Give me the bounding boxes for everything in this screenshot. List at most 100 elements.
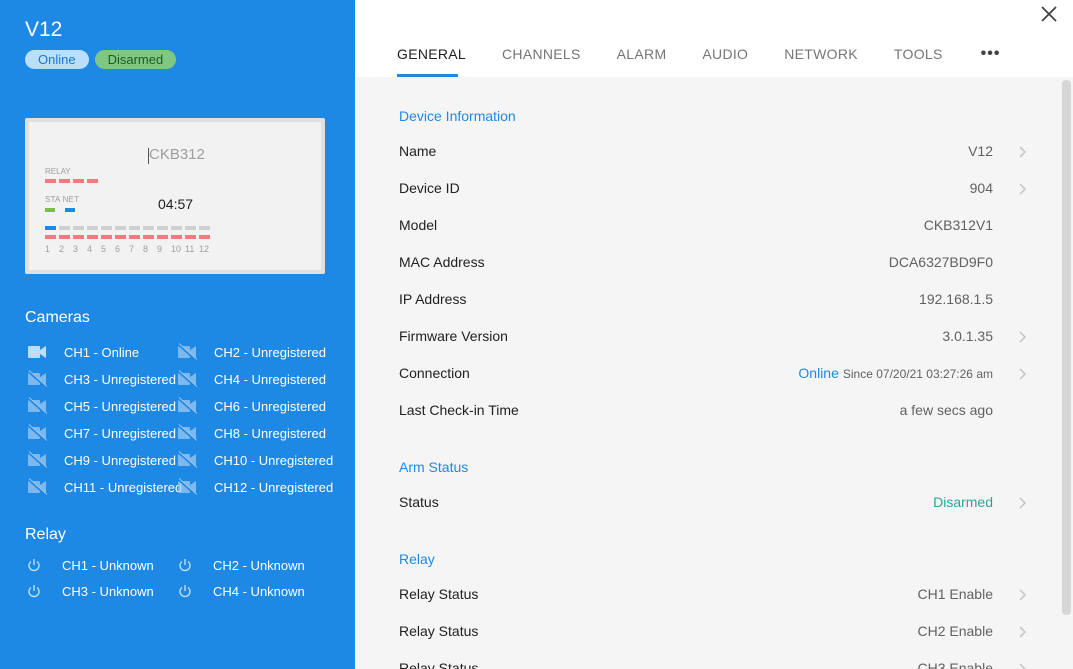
chevron-right-icon	[1019, 331, 1027, 343]
device-sidebar: V12 Online Disarmed CKB312 RELAY STA NET…	[0, 0, 355, 669]
status-badges: Online Disarmed	[25, 50, 177, 69]
video-camera-icon	[27, 345, 55, 359]
arm-status-row[interactable]: Status Disarmed	[399, 494, 1029, 514]
connection-key: Connection	[399, 365, 470, 381]
relay-item-label: CH1 - Unknown	[62, 557, 154, 573]
relay-status-key: Relay Status	[399, 586, 479, 602]
tab-channels[interactable]: CHANNELS	[480, 36, 595, 77]
relay-title: Relay	[25, 526, 66, 543]
channel-led-video	[45, 226, 56, 230]
video-camera-off-icon	[177, 451, 205, 469]
camera-item-ch12[interactable]: CH12 - Unregistered	[177, 478, 333, 496]
model-key: Model	[399, 217, 438, 233]
channel-led-status	[157, 235, 168, 239]
camera-item-ch10[interactable]: CH10 - Unregistered	[177, 451, 333, 469]
relay-status-row[interactable]: Relay Status CH2 Enable	[399, 623, 1029, 643]
relay-status-key: Relay Status	[399, 660, 479, 669]
ip-row: IP Address 192.168.1.5	[399, 291, 1029, 311]
sta-led	[45, 208, 55, 212]
tab-audio[interactable]: AUDIO	[680, 36, 762, 77]
relay-status-row[interactable]: Relay Status CH1 Enable	[399, 586, 1029, 606]
close-icon	[1041, 6, 1057, 22]
channel-led-video	[143, 226, 154, 230]
relay-item-ch1[interactable]: CH1 - Unknown	[27, 556, 154, 574]
connection-since: Since 07/20/21 03:27:26 am	[842, 367, 993, 381]
device-panel-time: 04:57	[158, 196, 194, 212]
power-icon	[27, 584, 51, 598]
camera-item-ch6[interactable]: CH6 - Unregistered	[177, 397, 326, 415]
tab-alarm[interactable]: ALARM	[595, 36, 681, 77]
camera-item-ch3[interactable]: CH3 - Unregistered	[27, 370, 176, 388]
channel-led-video	[115, 226, 126, 230]
relay-status-row[interactable]: Relay Status CH3 Enable	[399, 660, 1029, 669]
video-camera-off-icon	[27, 370, 55, 388]
firmware-row[interactable]: Firmware Version 3.0.1.35	[399, 328, 1029, 348]
name-value: V12	[968, 143, 993, 159]
channel-number: 8	[143, 244, 149, 254]
camera-item-label: CH7 - Unregistered	[64, 425, 176, 441]
relay-item-ch4[interactable]: CH4 - Unknown	[178, 582, 305, 600]
tab-general[interactable]: GENERAL	[383, 36, 480, 77]
connection-row[interactable]: Connection Online Since 07/20/21 03:27:26…	[399, 365, 1029, 385]
channel-leds-bottom	[45, 235, 210, 239]
close-button[interactable]	[1039, 4, 1059, 24]
chevron-right-icon	[1019, 589, 1027, 601]
camera-item-ch9[interactable]: CH9 - Unregistered	[27, 451, 176, 469]
video-camera-off-icon	[177, 424, 205, 442]
net-label: NET	[62, 195, 80, 204]
camera-item-ch4[interactable]: CH4 - Unregistered	[177, 370, 326, 388]
checkin-value: a few secs ago	[899, 402, 993, 418]
chevron-right-icon	[1019, 497, 1027, 509]
relay-led	[73, 179, 84, 183]
tab-more[interactable]: •••	[957, 36, 1015, 77]
device-id-key: Device ID	[399, 180, 460, 196]
device-id-value: 904	[969, 180, 993, 196]
channel-led-video	[157, 226, 168, 230]
ip-value: 192.168.1.5	[919, 291, 993, 307]
video-camera-off-icon	[177, 343, 205, 361]
sta-label: STA	[45, 195, 61, 204]
camera-item-label: CH4 - Unregistered	[214, 371, 326, 387]
details-panel: GENERAL CHANNELS ALARM AUDIO NETWORK TOO…	[355, 0, 1073, 669]
checkin-row: Last Check-in Time a few secs ago	[399, 402, 1029, 422]
channel-led-status	[115, 235, 126, 239]
device-panel-sta-net-label: STA NET	[45, 195, 79, 204]
scroll-track[interactable]	[1061, 77, 1073, 669]
device-panel-relay-label: RELAY	[45, 167, 71, 176]
channel-led-status	[129, 235, 140, 239]
scrollbar-thumb[interactable]	[1062, 80, 1071, 615]
channel-led-video	[101, 226, 112, 230]
camera-item-label: CH3 - Unregistered	[64, 371, 176, 387]
channel-led-video	[185, 226, 196, 230]
relay-item-ch3[interactable]: CH3 - Unknown	[27, 582, 154, 600]
channel-led-status	[45, 235, 56, 239]
name-row[interactable]: Name V12	[399, 143, 1029, 163]
chevron-right-icon	[1019, 626, 1027, 638]
camera-item-ch2[interactable]: CH2 - Unregistered	[177, 343, 326, 361]
mac-key: MAC Address	[399, 254, 485, 270]
camera-item-ch8[interactable]: CH8 - Unregistered	[177, 424, 326, 442]
camera-item-ch5[interactable]: CH5 - Unregistered	[27, 397, 176, 415]
camera-item-label: CH11 - Unregistered	[64, 479, 183, 495]
chevron-right-icon	[1019, 146, 1027, 158]
video-camera-off-icon	[27, 451, 55, 469]
tab-tools[interactable]: TOOLS	[872, 36, 957, 77]
tab-network[interactable]: NETWORK	[762, 36, 872, 77]
device-id-row[interactable]: Device ID 904	[399, 180, 1029, 200]
tab-bar: GENERAL CHANNELS ALARM AUDIO NETWORK TOO…	[383, 36, 1014, 77]
camera-item-ch1[interactable]: CH1 - Online	[27, 343, 139, 361]
relay-leds	[45, 179, 98, 183]
connection-value: Online Since 07/20/21 03:27:26 am	[798, 365, 993, 381]
channel-number: 2	[59, 244, 65, 254]
arm-status-key: Status	[399, 494, 439, 510]
video-camera-off-icon	[27, 397, 55, 415]
channel-number: 10	[171, 244, 182, 254]
channel-led-status	[171, 235, 182, 239]
video-camera-off-icon	[177, 370, 205, 388]
camera-item-ch7[interactable]: CH7 - Unregistered	[27, 424, 176, 442]
relay-item-label: CH3 - Unknown	[62, 583, 154, 599]
channel-number: 9	[157, 244, 163, 254]
power-icon	[178, 558, 202, 572]
relay-item-ch2[interactable]: CH2 - Unknown	[178, 556, 305, 574]
camera-item-ch11[interactable]: CH11 - Unregistered	[27, 478, 182, 496]
